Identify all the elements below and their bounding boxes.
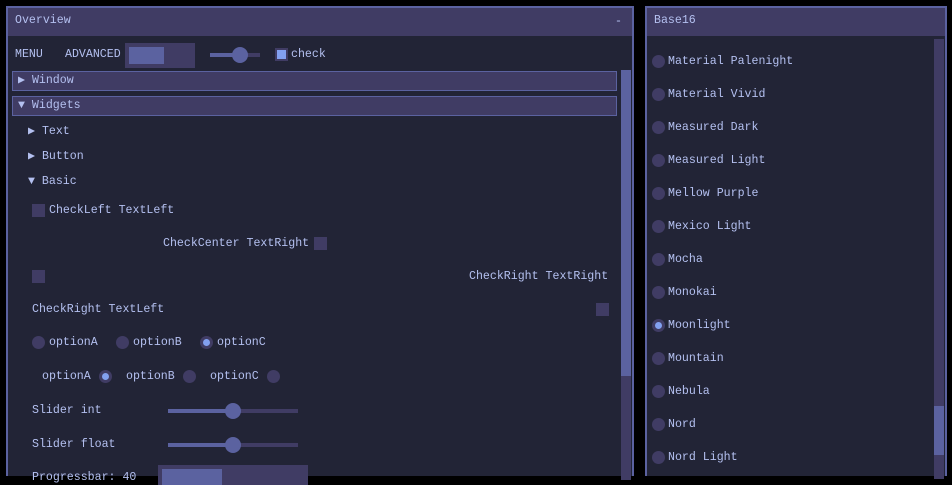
- window-header[interactable]: ▶ Window: [12, 71, 617, 91]
- overview-window: Overview - MENU ADVANCED check ▶ Window …: [6, 6, 634, 485]
- theme-radio[interactable]: [652, 121, 665, 134]
- radio-right-optionC[interactable]: [267, 370, 280, 383]
- advanced-progress[interactable]: [125, 43, 195, 68]
- theme-label: Mocha: [668, 253, 703, 266]
- check-checkbox[interactable]: [275, 48, 288, 61]
- theme-label: Mountain: [668, 352, 724, 365]
- radio-right-optionA[interactable]: [99, 370, 112, 383]
- radio-label: optionC: [217, 336, 266, 349]
- theme-radio[interactable]: [652, 319, 665, 332]
- theme-label: Mellow Purple: [668, 187, 759, 200]
- overview-scrollbar[interactable]: [621, 70, 631, 480]
- base16-title-bar[interactable]: Base16: [647, 8, 945, 36]
- checkcenter-checkbox[interactable]: [314, 237, 327, 250]
- checkright-textleft-checkbox[interactable]: [596, 303, 609, 316]
- widgets-header[interactable]: ▼ Widgets: [12, 96, 617, 116]
- basic-node[interactable]: ▼ Basic: [28, 175, 77, 189]
- theme-radio[interactable]: [652, 220, 665, 233]
- overview-title-bar[interactable]: Overview -: [8, 8, 632, 36]
- radio-label: optionB: [133, 336, 182, 349]
- theme-label: Moonlight: [668, 319, 731, 332]
- theme-label: Material Vivid: [668, 88, 766, 101]
- slider-knob[interactable]: [232, 47, 248, 63]
- theme-label: Material Palenight: [668, 55, 794, 68]
- base16-window: Base16 Material Palenight Material Vivid M…: [645, 6, 947, 479]
- checkcenter-label: CheckCenter TextRight: [163, 237, 310, 250]
- minimize-button[interactable]: -: [615, 15, 622, 29]
- radio-label: optionB: [126, 370, 175, 383]
- widgets-header-label: Widgets: [31, 99, 81, 112]
- advanced-button[interactable]: ADVANCED: [65, 48, 121, 62]
- theme-radio[interactable]: [652, 253, 665, 266]
- slider-float-label: Slider float: [32, 438, 116, 451]
- theme-radio[interactable]: [652, 418, 665, 431]
- radio-label: optionA: [49, 336, 98, 349]
- top-slider[interactable]: [210, 47, 260, 63]
- checkleft-checkbox[interactable]: [32, 204, 45, 217]
- window-header-label: Window: [31, 74, 74, 87]
- radio-optionC[interactable]: [200, 336, 213, 349]
- theme-label: Mexico Light: [668, 220, 752, 233]
- theme-radio[interactable]: [652, 451, 665, 464]
- checkright-textright-checkbox[interactable]: [32, 270, 45, 283]
- slider-float[interactable]: [168, 437, 298, 453]
- radio-label: optionC: [210, 370, 259, 383]
- radio-optionA[interactable]: [32, 336, 45, 349]
- checkleft-label: CheckLeft TextLeft: [49, 204, 175, 217]
- theme-label: Measured Light: [668, 154, 766, 167]
- theme-label: Nord Light: [668, 451, 738, 464]
- button-node[interactable]: ▶ Button: [28, 150, 84, 164]
- theme-label: Nebula: [668, 385, 710, 398]
- checkright-textright-label: CheckRight TextRight: [469, 270, 609, 283]
- slider-int[interactable]: [168, 403, 298, 419]
- slider-int-label: Slider int: [32, 404, 102, 417]
- progressbar: [158, 465, 308, 485]
- text-node[interactable]: ▶ Text: [28, 125, 70, 139]
- check-label: check: [291, 48, 326, 61]
- radio-optionB[interactable]: [116, 336, 129, 349]
- theme-radio[interactable]: [652, 154, 665, 167]
- theme-radio[interactable]: [652, 55, 665, 68]
- progress-label: Progressbar: 40: [32, 471, 137, 484]
- theme-radio[interactable]: [652, 385, 665, 398]
- radio-right-optionB[interactable]: [183, 370, 196, 383]
- window-title: Overview: [15, 14, 71, 27]
- theme-radio[interactable]: [652, 88, 665, 101]
- window-title: Base16: [654, 14, 696, 27]
- theme-radio[interactable]: [652, 286, 665, 299]
- radio-label: optionA: [42, 370, 91, 383]
- theme-label: Monokai: [668, 286, 717, 299]
- theme-label: Measured Dark: [668, 121, 759, 134]
- base16-scrollbar[interactable]: [934, 39, 944, 479]
- menu-button[interactable]: MENU: [15, 48, 43, 62]
- theme-radio[interactable]: [652, 187, 665, 200]
- theme-label: Nord: [668, 418, 696, 431]
- checkright-textleft-label: CheckRight TextLeft: [32, 303, 165, 316]
- theme-radio[interactable]: [652, 352, 665, 365]
